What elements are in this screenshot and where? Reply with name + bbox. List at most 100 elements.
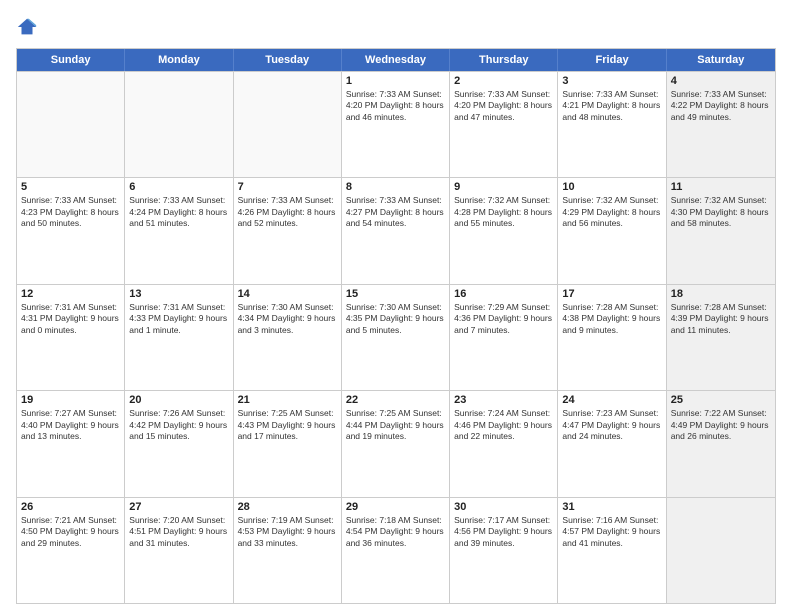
day-detail: Sunrise: 7:28 AM Sunset: 4:38 PM Dayligh…: [562, 302, 661, 336]
calendar-cell: 19Sunrise: 7:27 AM Sunset: 4:40 PM Dayli…: [17, 391, 125, 496]
day-detail: Sunrise: 7:23 AM Sunset: 4:47 PM Dayligh…: [562, 408, 661, 442]
day-number: 2: [454, 75, 553, 87]
calendar-week: 12 Sunrise: 7:31 AM Sunset: 4:31 PM Dayli…: [17, 284, 775, 390]
day-detail: Sunrise: 7:25 AM Sunset: 4:44 PM Dayligh…: [346, 408, 445, 442]
calendar-week: 5 Sunrise: 7:33 AM Sunset: 4:23 PM Daylig…: [17, 177, 775, 283]
day-detail: Sunrise: 7:26 AM Sunset: 4:42 PM Dayligh…: [129, 408, 228, 442]
day-number: 26: [21, 501, 120, 513]
calendar-header-cell: Wednesday: [342, 49, 450, 71]
calendar-header-cell: Saturday: [667, 49, 775, 71]
calendar-cell: 24 Sunrise: 7:23 AM Sunset: 4:47 PM Dayli…: [558, 391, 666, 496]
calendar-cell: 27 Sunrise: 7:20 AM Sunset: 4:51 PM Dayli…: [125, 498, 233, 603]
day-number: 20: [129, 394, 228, 406]
calendar-header-cell: Tuesday: [234, 49, 342, 71]
day-number: 6: [129, 181, 228, 193]
day-number: 17: [562, 288, 661, 300]
calendar-header-cell: Thursday: [450, 49, 558, 71]
day-number: 23: [454, 394, 553, 406]
day-number: 30: [454, 501, 553, 513]
day-number: 21: [238, 394, 337, 406]
calendar-header-cell: Sunday: [17, 49, 125, 71]
day-detail: Sunrise: 7:21 AM Sunset: 4:50 PM Dayligh…: [21, 515, 120, 549]
calendar-cell: 14 Sunrise: 7:30 AM Sunset: 4:34 PM Dayli…: [234, 285, 342, 390]
day-number: 24: [562, 394, 661, 406]
calendar: SundayMondayTuesdayWednesdayThursdayFrid…: [16, 48, 776, 604]
calendar-cell: 4Sunrise: 7:33 AM Sunset: 4:22 PM Daylig…: [667, 72, 775, 177]
calendar-cell: 28Sunrise: 7:19 AM Sunset: 4:53 PM Dayli…: [234, 498, 342, 603]
day-number: 29: [346, 501, 445, 513]
calendar-cell: 10 Sunrise: 7:32 AM Sunset: 4:29 PM Dayli…: [558, 178, 666, 283]
day-number: 27: [129, 501, 228, 513]
calendar-cell: 17 Sunrise: 7:28 AM Sunset: 4:38 PM Dayli…: [558, 285, 666, 390]
day-detail: Sunrise: 7:30 AM Sunset: 4:34 PM Dayligh…: [238, 302, 337, 336]
day-detail: Sunrise: 7:16 AM Sunset: 4:57 PM Dayligh…: [562, 515, 661, 549]
calendar-week: 26 Sunrise: 7:21 AM Sunset: 4:50 PM Dayli…: [17, 497, 775, 603]
day-detail: Sunrise: 7:22 AM Sunset: 4:49 PM Dayligh…: [671, 408, 771, 442]
calendar-cell: [667, 498, 775, 603]
day-detail: Sunrise: 7:24 AM Sunset: 4:46 PM Dayligh…: [454, 408, 553, 442]
day-detail: Sunrise: 7:33 AM Sunset: 4:21 PM Dayligh…: [562, 89, 661, 123]
day-number: 15: [346, 288, 445, 300]
day-number: 7: [238, 181, 337, 193]
day-detail: Sunrise: 7:19 AM Sunset: 4:53 PM Dayligh…: [238, 515, 337, 549]
calendar-cell: 29Sunrise: 7:18 AM Sunset: 4:54 PM Dayli…: [342, 498, 450, 603]
day-detail: Sunrise: 7:20 AM Sunset: 4:51 PM Dayligh…: [129, 515, 228, 549]
day-number: 18: [671, 288, 771, 300]
calendar-cell: 21 Sunrise: 7:25 AM Sunset: 4:43 PM Dayli…: [234, 391, 342, 496]
day-detail: Sunrise: 7:30 AM Sunset: 4:35 PM Dayligh…: [346, 302, 445, 336]
calendar-cell: 15 Sunrise: 7:30 AM Sunset: 4:35 PM Dayli…: [342, 285, 450, 390]
day-number: 16: [454, 288, 553, 300]
day-detail: Sunrise: 7:31 AM Sunset: 4:31 PM Dayligh…: [21, 302, 120, 336]
day-number: 22: [346, 394, 445, 406]
calendar-week: 1 Sunrise: 7:33 AM Sunset: 4:20 PM Daylig…: [17, 71, 775, 177]
day-detail: Sunrise: 7:32 AM Sunset: 4:28 PM Dayligh…: [454, 195, 553, 229]
logo-icon: [16, 16, 38, 38]
day-detail: Sunrise: 7:33 AM Sunset: 4:24 PM Dayligh…: [129, 195, 228, 229]
calendar-cell: 12 Sunrise: 7:31 AM Sunset: 4:31 PM Dayli…: [17, 285, 125, 390]
calendar-cell: 23 Sunrise: 7:24 AM Sunset: 4:46 PM Dayli…: [450, 391, 558, 496]
day-detail: Sunrise: 7:29 AM Sunset: 4:36 PM Dayligh…: [454, 302, 553, 336]
calendar-cell: 30 Sunrise: 7:17 AM Sunset: 4:56 PM Dayli…: [450, 498, 558, 603]
calendar-cell: 11Sunrise: 7:32 AM Sunset: 4:30 PM Dayli…: [667, 178, 775, 283]
calendar-cell: 8 Sunrise: 7:33 AM Sunset: 4:27 PM Daylig…: [342, 178, 450, 283]
calendar-cell: 9 Sunrise: 7:32 AM Sunset: 4:28 PM Daylig…: [450, 178, 558, 283]
calendar-body: 1 Sunrise: 7:33 AM Sunset: 4:20 PM Daylig…: [17, 71, 775, 603]
day-number: 14: [238, 288, 337, 300]
day-number: 19: [21, 394, 120, 406]
logo: [16, 16, 42, 38]
calendar-cell: 20 Sunrise: 7:26 AM Sunset: 4:42 PM Dayli…: [125, 391, 233, 496]
calendar-cell: 22 Sunrise: 7:25 AM Sunset: 4:44 PM Dayli…: [342, 391, 450, 496]
day-number: 8: [346, 181, 445, 193]
page-container: SundayMondayTuesdayWednesdayThursdayFrid…: [0, 0, 792, 612]
calendar-cell: 26 Sunrise: 7:21 AM Sunset: 4:50 PM Dayli…: [17, 498, 125, 603]
calendar-cell: 5 Sunrise: 7:33 AM Sunset: 4:23 PM Daylig…: [17, 178, 125, 283]
day-detail: Sunrise: 7:17 AM Sunset: 4:56 PM Dayligh…: [454, 515, 553, 549]
day-number: 13: [129, 288, 228, 300]
calendar-cell: 6 Sunrise: 7:33 AM Sunset: 4:24 PM Daylig…: [125, 178, 233, 283]
day-detail: Sunrise: 7:33 AM Sunset: 4:26 PM Dayligh…: [238, 195, 337, 229]
calendar-cell: 3 Sunrise: 7:33 AM Sunset: 4:21 PM Daylig…: [558, 72, 666, 177]
calendar-cell: [125, 72, 233, 177]
day-detail: Sunrise: 7:33 AM Sunset: 4:20 PM Dayligh…: [346, 89, 445, 123]
day-number: 10: [562, 181, 661, 193]
day-detail: Sunrise: 7:32 AM Sunset: 4:29 PM Dayligh…: [562, 195, 661, 229]
day-number: 25: [671, 394, 771, 406]
calendar-cell: 18Sunrise: 7:28 AM Sunset: 4:39 PM Dayli…: [667, 285, 775, 390]
day-number: 31: [562, 501, 661, 513]
calendar-cell: 25 Sunrise: 7:22 AM Sunset: 4:49 PM Dayli…: [667, 391, 775, 496]
day-detail: Sunrise: 7:33 AM Sunset: 4:27 PM Dayligh…: [346, 195, 445, 229]
day-number: 12: [21, 288, 120, 300]
page-header: [16, 16, 776, 38]
day-number: 9: [454, 181, 553, 193]
calendar-header-cell: Monday: [125, 49, 233, 71]
day-number: 1: [346, 75, 445, 87]
day-number: 5: [21, 181, 120, 193]
calendar-cell: 13Sunrise: 7:31 AM Sunset: 4:33 PM Dayli…: [125, 285, 233, 390]
day-number: 3: [562, 75, 661, 87]
calendar-cell: 1 Sunrise: 7:33 AM Sunset: 4:20 PM Daylig…: [342, 72, 450, 177]
day-detail: Sunrise: 7:33 AM Sunset: 4:23 PM Dayligh…: [21, 195, 120, 229]
day-detail: Sunrise: 7:25 AM Sunset: 4:43 PM Dayligh…: [238, 408, 337, 442]
day-number: 11: [671, 181, 771, 193]
calendar-header-cell: Friday: [558, 49, 666, 71]
day-number: 4: [671, 75, 771, 87]
